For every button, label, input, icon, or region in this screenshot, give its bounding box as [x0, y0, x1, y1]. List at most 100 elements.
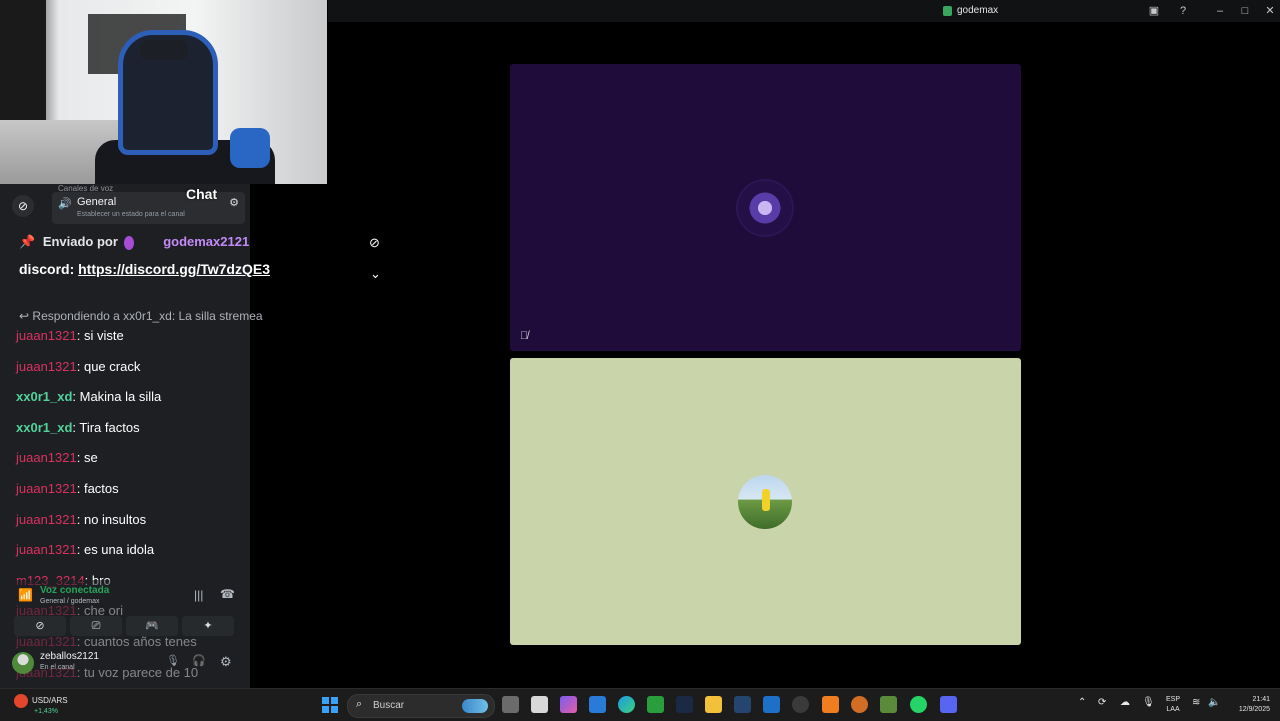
maximize-button[interactable]: □ [1237, 3, 1253, 19]
chat-username[interactable]: juaan1321 [16, 542, 77, 557]
hide-pin-icon[interactable]: ⊘ [369, 235, 380, 251]
volume-icon[interactable]: 🔈 [1208, 697, 1220, 708]
window-titlebar: godemax ▣ ? – □ ✕ [328, 0, 1280, 22]
chat-username[interactable]: juaan1321 [16, 512, 77, 527]
avatar-figure [762, 489, 770, 511]
author-badge-icon [123, 235, 134, 250]
task-view-icon[interactable] [502, 696, 519, 713]
participant-avatar-2 [738, 475, 792, 529]
microphone-icon[interactable]: 🎙 [166, 654, 180, 667]
discord-icon[interactable] [940, 696, 957, 713]
screen-share-button[interactable]: ⎚ [70, 616, 122, 636]
chat-text: : no insultos [76, 511, 147, 527]
chevron-down-icon[interactable]: ⌄ [370, 266, 381, 282]
lang-line1: ESP [1166, 696, 1181, 703]
chat-label[interactable]: Chat [186, 186, 217, 202]
chat-text: : factos [76, 480, 119, 496]
signal-icon[interactable]: 📶 [18, 588, 33, 602]
participant-tile-2[interactable] [510, 358, 1021, 645]
edge-icon[interactable] [618, 696, 635, 713]
language-indicator[interactable]: ESP LAA [1166, 695, 1180, 715]
xbox-icon[interactable] [647, 696, 664, 713]
chat-text: : que crack [76, 358, 141, 374]
pinned-message: 📌 Enviado por godemax2121 [19, 234, 249, 250]
chat-message: xx0r1_xd: Tira factos [16, 415, 316, 446]
pinned-prefix: Enviado por [42, 234, 118, 249]
reply-indicator: ↩ Respondiendo a xx0r1_xd: La silla stre… [19, 309, 263, 323]
user-settings-icon[interactable]: ⚙ [220, 654, 232, 670]
soundboard-button[interactable]: ✦ [182, 616, 234, 636]
copilot-icon[interactable] [560, 696, 577, 713]
wifi-icon[interactable]: ≋ [1192, 697, 1200, 708]
taskbar-search[interactable]: ⌕ Buscar [347, 694, 495, 718]
start-button[interactable] [322, 697, 338, 713]
cloud-icon[interactable]: ☁ [1120, 697, 1130, 708]
widgets-ticker[interactable]: USD/ARS +1,43% [14, 694, 68, 715]
sync-icon[interactable]: ⟳ [1098, 697, 1106, 708]
reply-icon: ↩ [19, 309, 30, 323]
camera-off-button[interactable]: ⊘ [14, 616, 66, 636]
app-icon-1[interactable] [531, 696, 548, 713]
chat-username[interactable]: juaan1321 [16, 328, 77, 343]
app-logo-icon [943, 6, 952, 16]
chrome-icon[interactable] [792, 696, 809, 713]
user-status: En el canal [40, 664, 75, 671]
store-icon[interactable] [589, 696, 606, 713]
help-icon[interactable]: ? [1175, 3, 1191, 19]
system-clock[interactable]: 21:41 12/9/2025 [1228, 695, 1270, 715]
steam-icon[interactable] [676, 696, 693, 713]
channel-settings-icon[interactable]: ⚙ [229, 196, 239, 209]
voice-status: Voz conectada [40, 585, 110, 596]
chat-username[interactable]: xx0r1_xd [16, 389, 72, 404]
chat-message: juaan1321: factos [16, 476, 316, 507]
pinned-link: discord: https://discord.gg/Tw7dzQE3 [19, 261, 270, 277]
window-title: godemax [943, 0, 998, 22]
chat-message: juaan1321: es una idola [16, 537, 316, 568]
pinned-author[interactable]: godemax2121 [163, 234, 249, 249]
app-icon-3[interactable] [851, 696, 868, 713]
ticker-change: +1,43% [34, 708, 58, 715]
outlook-icon[interactable] [763, 696, 780, 713]
disconnect-icon[interactable]: ☎ [220, 587, 235, 601]
activity-button[interactable]: 🎮 [126, 616, 178, 636]
headphones-icon[interactable]: 🎧 [192, 654, 206, 667]
search-icon: ⌕ [356, 698, 363, 710]
chat-username[interactable]: juaan1321 [16, 450, 77, 465]
minimize-button[interactable]: – [1212, 3, 1228, 19]
participant-avatar-1 [738, 181, 792, 235]
user-name: zeballos2121 [40, 651, 99, 662]
chat-text: : Tira factos [72, 419, 140, 435]
close-button[interactable]: ✕ [1262, 3, 1278, 19]
clock-date: 12/9/2025 [1238, 706, 1270, 713]
pin-icon: 📌 [19, 234, 36, 249]
link-label: discord: [19, 261, 75, 277]
chat-username[interactable]: juaan1321 [16, 359, 77, 374]
chat-username[interactable]: xx0r1_xd [16, 420, 72, 435]
discord-invite-link[interactable]: https://discord.gg/Tw7dzQE3 [78, 261, 270, 277]
screen-share-icon[interactable]: ▣ [1146, 3, 1162, 19]
chat-text: : Makina la silla [72, 389, 162, 405]
channel-status[interactable]: Establecer un estado para el canal [77, 211, 185, 218]
terminal-icon[interactable] [734, 696, 751, 713]
voice-channel-path[interactable]: General / godemax [40, 598, 100, 605]
chat-message: juaan1321: si viste [16, 323, 316, 354]
minecraft-icon[interactable] [880, 696, 897, 713]
chevron-up-icon[interactable]: ⌃ [1078, 697, 1086, 708]
avatar[interactable] [12, 652, 34, 674]
noise-suppression-icon[interactable]: ||| [194, 588, 203, 602]
whatsapp-icon[interactable] [910, 696, 927, 713]
microphone-tray-icon[interactable]: 🎙 [1142, 697, 1155, 708]
taskbar: USD/ARS +1,43% ⌕ Buscar ⌃ ⟳ ☁ 🎙 ESP LAA … [0, 688, 1280, 721]
chat-text: : es una idola [76, 542, 155, 558]
participant-tile-1[interactable]: 🎙̸ [510, 64, 1021, 351]
webcam-feed [0, 0, 327, 184]
webcam-chair-arm [230, 128, 270, 168]
chat-message: xx0r1_xd: Makina la silla [16, 384, 316, 415]
file-explorer-icon[interactable] [705, 696, 722, 713]
search-placeholder: Buscar [373, 700, 405, 711]
app-icon-2[interactable] [822, 696, 839, 713]
speaker-icon: 🔊 [58, 198, 72, 210]
clock-time: 21:41 [1252, 696, 1270, 703]
chat-username[interactable]: juaan1321 [16, 481, 77, 496]
server-icon[interactable]: ⊘ [12, 195, 34, 217]
